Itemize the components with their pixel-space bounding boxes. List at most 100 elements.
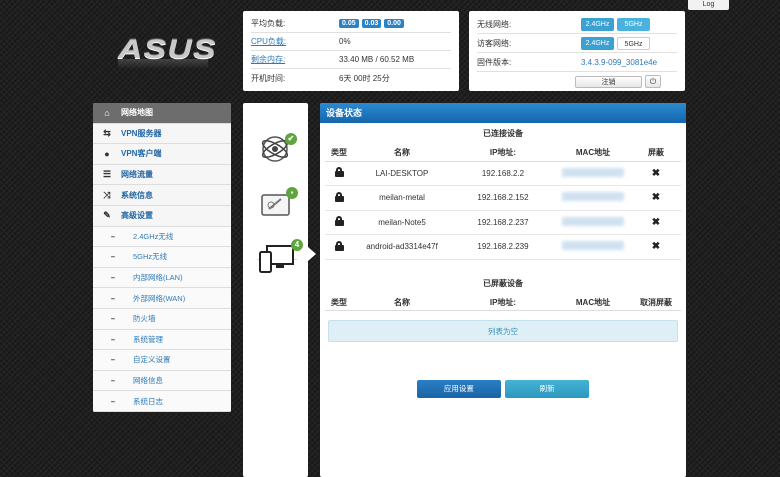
cpu-link[interactable]: CPU负载: [251, 36, 339, 47]
home-icon: ⌂ [104, 107, 110, 118]
col-block: 屏蔽 [631, 145, 681, 162]
col-ip: IP地址: [451, 145, 555, 162]
table-row: meilan-metal 192.168.2.152 ✖ [325, 185, 681, 211]
device-mac-redacted [562, 192, 624, 202]
device-ip: 192.168.2.237 [451, 210, 555, 235]
col-type: 类型 [325, 145, 353, 162]
sidebar-item-traffic[interactable]: ☰ 网络流量 [93, 164, 231, 186]
uptime-value: 6天 00时 25分 [339, 73, 390, 83]
col-name: 名称 [353, 294, 451, 311]
col-mac: MAC地址 [555, 145, 631, 162]
shuffle-icon: ⤨ [103, 189, 111, 200]
logout-button[interactable]: 注销 [575, 75, 642, 88]
sidebar-item-label: 网络地图 [121, 108, 153, 118]
lock-icon [334, 216, 344, 227]
memory-value: 33.40 MB / 60.52 MB [339, 55, 415, 64]
sidebar-subitem-lan[interactable]: – 内部网络(LAN) [93, 267, 231, 289]
sidebar-item-label: VPN客户端 [121, 149, 162, 159]
sidebar-item-label: VPN服务器 [121, 128, 162, 138]
clients-count-badge: 4 [291, 239, 303, 251]
internet-globe-icon[interactable]: ✔ [257, 129, 297, 169]
guest-24ghz-button[interactable]: 2.4GHz [581, 36, 614, 50]
sidebar-item-label: 高级设置 [121, 211, 153, 221]
device-name: android-ad3314e47f [353, 234, 451, 260]
bars-icon: ☰ [102, 169, 112, 180]
device-name: meilan-Note5 [353, 210, 451, 235]
network-status-panel: 无线网络: 2.4GHz 5GHz 访客网络: 2.4GHz 5GHz 固件版本… [469, 11, 685, 91]
wireless-row: 无线网络: 2.4GHz 5GHz [477, 15, 677, 34]
block-x-icon[interactable]: ✖ [652, 241, 660, 252]
asus-logo: ASUS [118, 34, 216, 74]
connected-check-icon: ✔ [285, 133, 297, 145]
wireless-5ghz-button[interactable]: 5GHz [617, 17, 650, 31]
firmware-link[interactable]: 3.4.3.9-099_3081e4e [581, 58, 657, 67]
load-label: 平均负载: [251, 19, 286, 28]
block-x-icon[interactable]: ✖ [652, 217, 660, 228]
lock-icon [334, 191, 344, 202]
globe-icon: ● [104, 148, 110, 159]
col-type: 类型 [325, 294, 353, 311]
apply-settings-button[interactable]: 应用设置 [416, 380, 501, 398]
sidebar-item-vpn-client[interactable]: ● VPN客户端 [93, 144, 231, 165]
device-name: LAI-DESKTOP [353, 161, 451, 186]
topology-column: ✔ ▪ 4 [243, 103, 308, 477]
sidebar-item-network-map[interactable]: ⌂ 网络地图 [93, 103, 231, 124]
guest-row: 访客网络: 2.4GHz 5GHz [477, 34, 677, 53]
wireless-24ghz-button[interactable]: 2.4GHz [581, 17, 614, 31]
device-ip: 192.168.2.239 [451, 234, 555, 260]
block-x-icon[interactable]: ✖ [652, 192, 660, 203]
table-row: meilan-Note5 192.168.2.237 ✖ [325, 210, 681, 235]
lock-badge-icon: ▪ [286, 187, 298, 199]
lock-icon [334, 167, 344, 178]
guest-label: 访客网络: [477, 38, 512, 48]
device-mac-redacted [562, 216, 624, 226]
load-15min: 0.00 [384, 19, 404, 28]
cpu-value: 0% [339, 37, 351, 46]
col-name: 名称 [353, 145, 451, 162]
swap-icon: ⇆ [103, 127, 111, 138]
cpu-row: CPU负载: 0% [251, 33, 451, 51]
load-1min: 0.05 [339, 19, 359, 28]
action-buttons: 应用设置 刷新 [320, 380, 686, 398]
sidebar-subitem-5ghz[interactable]: –5GHz无线 [93, 247, 231, 268]
sidebar-subitem-network-info[interactable]: – 网络信息 [93, 370, 231, 392]
col-mac: MAC地址 [555, 294, 631, 311]
log-button[interactable]: Log [688, 0, 729, 10]
sidebar-item-advanced[interactable]: ✎ 高级设置 [93, 205, 231, 227]
wireless-label: 无线网络: [477, 19, 512, 29]
blocked-devices-table: 类型 名称 IP地址: MAC地址 取消屏蔽 [325, 294, 681, 311]
sidebar-subitem-firewall[interactable]: – 防火墙 [93, 308, 231, 330]
uptime-row: 开机时间: 6天 00时 25分 [251, 69, 451, 87]
uptime-label: 开机时间: [251, 73, 286, 83]
sidebar-subitem-admin[interactable]: – 系统管理 [93, 329, 231, 351]
system-stats-panel: 平均负载: 0.05 0.03 0.00 CPU负载: 0% 剩余内存: 33.… [243, 11, 459, 91]
power-icon[interactable]: ⏻ [645, 75, 661, 88]
sidebar-item-vpn-server[interactable]: ⇆ VPN服务器 [93, 123, 231, 145]
active-pointer [308, 247, 316, 261]
empty-list-notice: 列表为空 [328, 320, 678, 342]
firmware-row: 固件版本: 3.4.3.9-099_3081e4e [477, 53, 677, 72]
panel-title: 设备状态 [320, 103, 686, 123]
col-ip: IP地址: [451, 294, 555, 311]
wrench-icon: ✎ [103, 210, 111, 221]
table-row: android-ad3314e47f 192.168.2.239 ✖ [325, 234, 681, 260]
logout-row: 注销 ⏻ [477, 72, 677, 91]
sidebar-subitem-24ghz[interactable]: –2.4GHz无线 [93, 226, 231, 248]
sidebar-subitem-syslog[interactable]: – 系统日志 [93, 391, 231, 412]
device-mac-redacted [562, 167, 624, 177]
memory-link[interactable]: 剩余内存: [251, 54, 339, 65]
sidebar-subitem-custom[interactable]: – 自定义设置 [93, 350, 231, 371]
sidebar-menu: ⌂ 网络地图 ⇆ VPN服务器 ● VPN客户端 ☰ 网络流量 ⤨ 系统信息 ✎… [93, 103, 231, 412]
router-icon[interactable]: ▪ [257, 185, 298, 225]
refresh-button[interactable]: 刷新 [505, 380, 590, 398]
sidebar-subitem-wan[interactable]: – 外部网络(WAN) [93, 288, 231, 309]
sidebar-item-system-info[interactable]: ⤨ 系统信息 [93, 185, 231, 206]
sidebar-item-label: 系统信息 [121, 190, 153, 200]
lock-icon [334, 240, 344, 251]
block-x-icon[interactable]: ✖ [652, 168, 660, 179]
device-ip: 192.168.2.152 [451, 185, 555, 211]
blocked-devices-title: 已屏蔽设备 [483, 278, 523, 288]
clients-icon[interactable]: 4 [257, 239, 303, 280]
guest-5ghz-button[interactable]: 5GHz [617, 36, 650, 50]
device-status-panel: 设备状态 已连接设备 类型 名称 IP地址: MAC地址 屏蔽 LAI-DESK… [320, 103, 686, 477]
